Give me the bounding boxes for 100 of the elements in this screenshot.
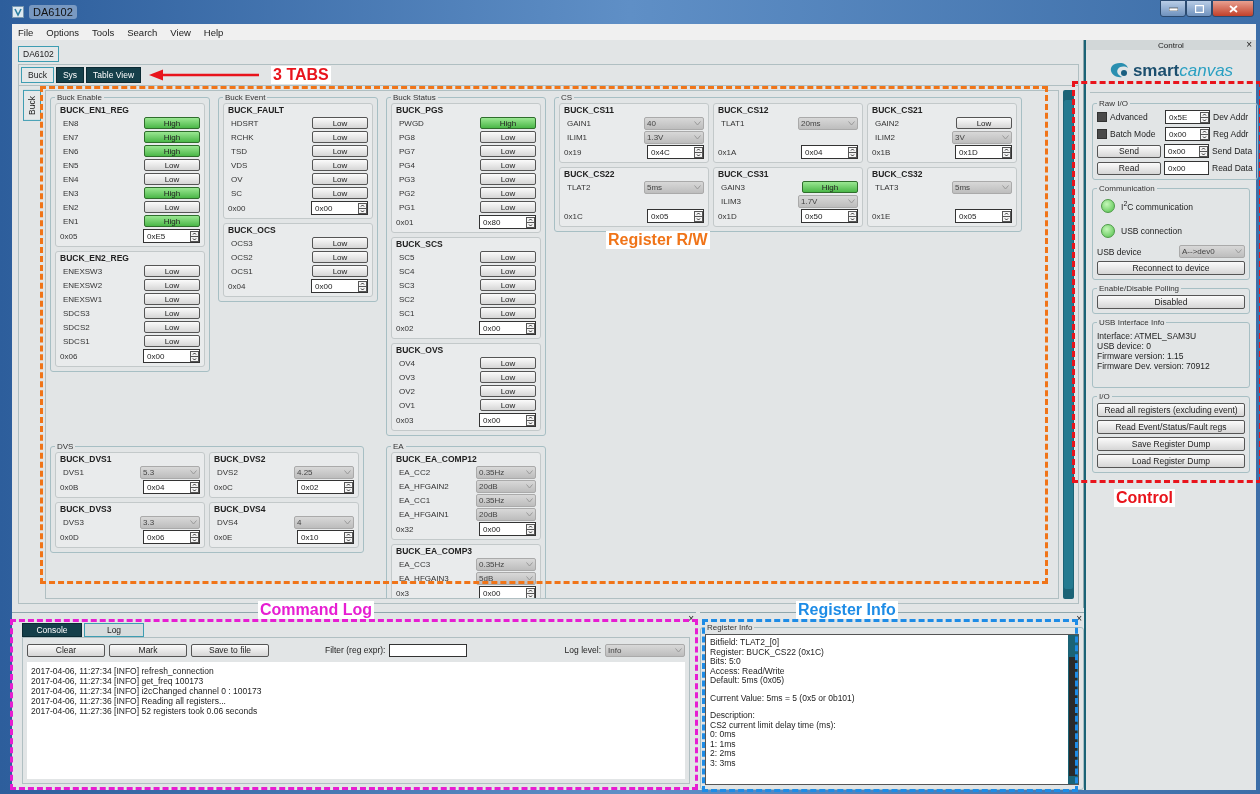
toggle-button[interactable]: Low [144,173,200,185]
action-button[interactable]: Read [1097,161,1161,175]
menu-item[interactable]: Help [203,26,224,38]
close-button[interactable]: × [1244,40,1254,49]
toggle-button[interactable]: Low [144,201,200,213]
dropdown[interactable]: 5ms [644,180,704,194]
tab[interactable]: Buck [21,67,54,83]
dropdown[interactable]: 0.35Hz [476,493,536,507]
dropdown[interactable]: 5ms [952,180,1012,194]
spin-box[interactable]: 0x00 [311,279,368,293]
dropdown[interactable]: 4 [294,515,354,529]
toggle-button[interactable]: Low [480,293,536,305]
action-button[interactable]: Send [1097,144,1161,158]
toggle-button[interactable]: Low [144,265,200,277]
toggle-button[interactable]: High [144,117,200,129]
spin-box[interactable]: 0x00 [1164,144,1209,158]
spin-box[interactable]: 0x80 [479,215,536,229]
dropdown[interactable]: 0.35Hz [476,557,536,571]
minimize-button[interactable] [1160,0,1186,17]
toggle-button[interactable]: Low [312,145,368,157]
toggle-button[interactable]: Low [144,335,200,347]
spin-box[interactable]: 0x00 [479,321,536,335]
spin-box[interactable]: 0x00 [479,586,536,598]
spin-box[interactable]: 0x02 [297,480,354,494]
menu-item[interactable]: Options [46,26,80,38]
spin-box[interactable]: 0x00 [1165,127,1210,141]
toggle-button[interactable]: Low [144,307,200,319]
toggle-button[interactable]: Low [144,159,200,171]
toggle-button[interactable]: Low [956,117,1012,129]
dropdown[interactable]: 20ms [798,116,858,130]
dropdown[interactable]: 40 [644,116,704,130]
close-button[interactable]: × [1074,613,1084,623]
action-button[interactable]: Save Register Dump [1097,437,1245,451]
toggle-button[interactable]: Low [480,307,536,319]
spin-box[interactable]: 0x05 [955,209,1012,223]
action-button[interactable]: Read all registers (excluding event) [1097,403,1245,417]
toggle-button[interactable]: High [144,215,200,227]
close-button[interactable] [1212,0,1254,17]
toggle-button[interactable]: Low [480,357,536,369]
polling-button[interactable]: Disabled [1097,295,1245,309]
dropdown[interactable]: 0.35Hz [476,465,536,479]
spin-box[interactable]: 0x00 [479,522,536,536]
toggle-button[interactable]: Low [312,237,368,249]
toggle-button[interactable]: Low [144,279,200,291]
document-tab[interactable]: DA6102 [18,46,59,62]
toggle-button[interactable]: Low [480,173,536,185]
scrollbar[interactable] [1063,90,1074,599]
toggle-button[interactable]: Low [312,117,368,129]
spin-box[interactable]: 0x50 [801,209,858,223]
spin-box[interactable]: 0x5E [1165,110,1210,124]
spin-box[interactable]: 0x06 [143,530,200,544]
spin-box[interactable]: 0x05 [647,209,704,223]
spin-box[interactable]: 0x04 [143,480,200,494]
toggle-button[interactable]: Low [144,293,200,305]
spin-box[interactable]: 0x00 [479,413,536,427]
scrollbar[interactable] [1068,635,1078,784]
spin-box[interactable]: 0x00 [143,349,200,363]
menu-item[interactable]: File [18,26,34,38]
toggle-button[interactable]: Low [480,399,536,411]
dropdown[interactable]: 5.3 [140,465,200,479]
toggle-button[interactable]: Low [480,251,536,263]
dropdown[interactable]: A-->dev0 [1179,245,1245,258]
tab[interactable]: Log [84,623,144,637]
toggle-button[interactable]: High [144,145,200,157]
toggle-button[interactable]: Low [480,145,536,157]
toggle-button[interactable]: Low [312,173,368,185]
toggle-button[interactable]: Low [144,321,200,333]
toggle-button[interactable]: Low [480,187,536,199]
toggle-button[interactable]: Low [480,279,536,291]
dropdown[interactable]: 3V [952,130,1012,144]
filter-input[interactable] [389,643,468,657]
dropdown[interactable]: 1.7V [798,194,858,208]
spin-box[interactable]: 0x10 [297,530,354,544]
checkbox[interactable] [1097,129,1107,139]
reconnect-button[interactable]: Reconnect to device [1097,261,1245,275]
tab[interactable]: Table View [86,67,142,83]
toggle-button[interactable]: Low [312,131,368,143]
menu-item[interactable]: View [170,26,191,38]
toolbar-button[interactable]: Clear [27,643,105,657]
side-tab[interactable]: Buck [23,90,41,121]
toggle-button[interactable]: High [144,131,200,143]
toolbar-button[interactable]: Mark [109,643,187,657]
toolbar-button[interactable]: Save to file [191,643,269,657]
dropdown[interactable]: 20dB [476,479,536,493]
spin-box[interactable]: 0x04 [801,145,858,159]
toggle-button[interactable]: High [144,187,200,199]
menu-item[interactable]: Search [127,26,158,38]
toggle-button[interactable]: Low [480,201,536,213]
toggle-button[interactable]: Low [480,265,536,277]
action-button[interactable]: Read Event/Status/Fault regs [1097,420,1245,434]
checkbox[interactable] [1097,112,1107,122]
toggle-button[interactable]: High [480,117,536,129]
spin-box[interactable]: 0x00 [311,201,368,215]
maximize-button[interactable] [1186,0,1212,17]
toggle-button[interactable]: Low [480,159,536,171]
menu-item[interactable]: Tools [92,26,115,38]
toggle-button[interactable]: High [802,181,858,193]
dropdown[interactable]: Info [605,643,685,657]
toggle-button[interactable]: Low [480,385,536,397]
toggle-button[interactable]: Low [480,371,536,383]
